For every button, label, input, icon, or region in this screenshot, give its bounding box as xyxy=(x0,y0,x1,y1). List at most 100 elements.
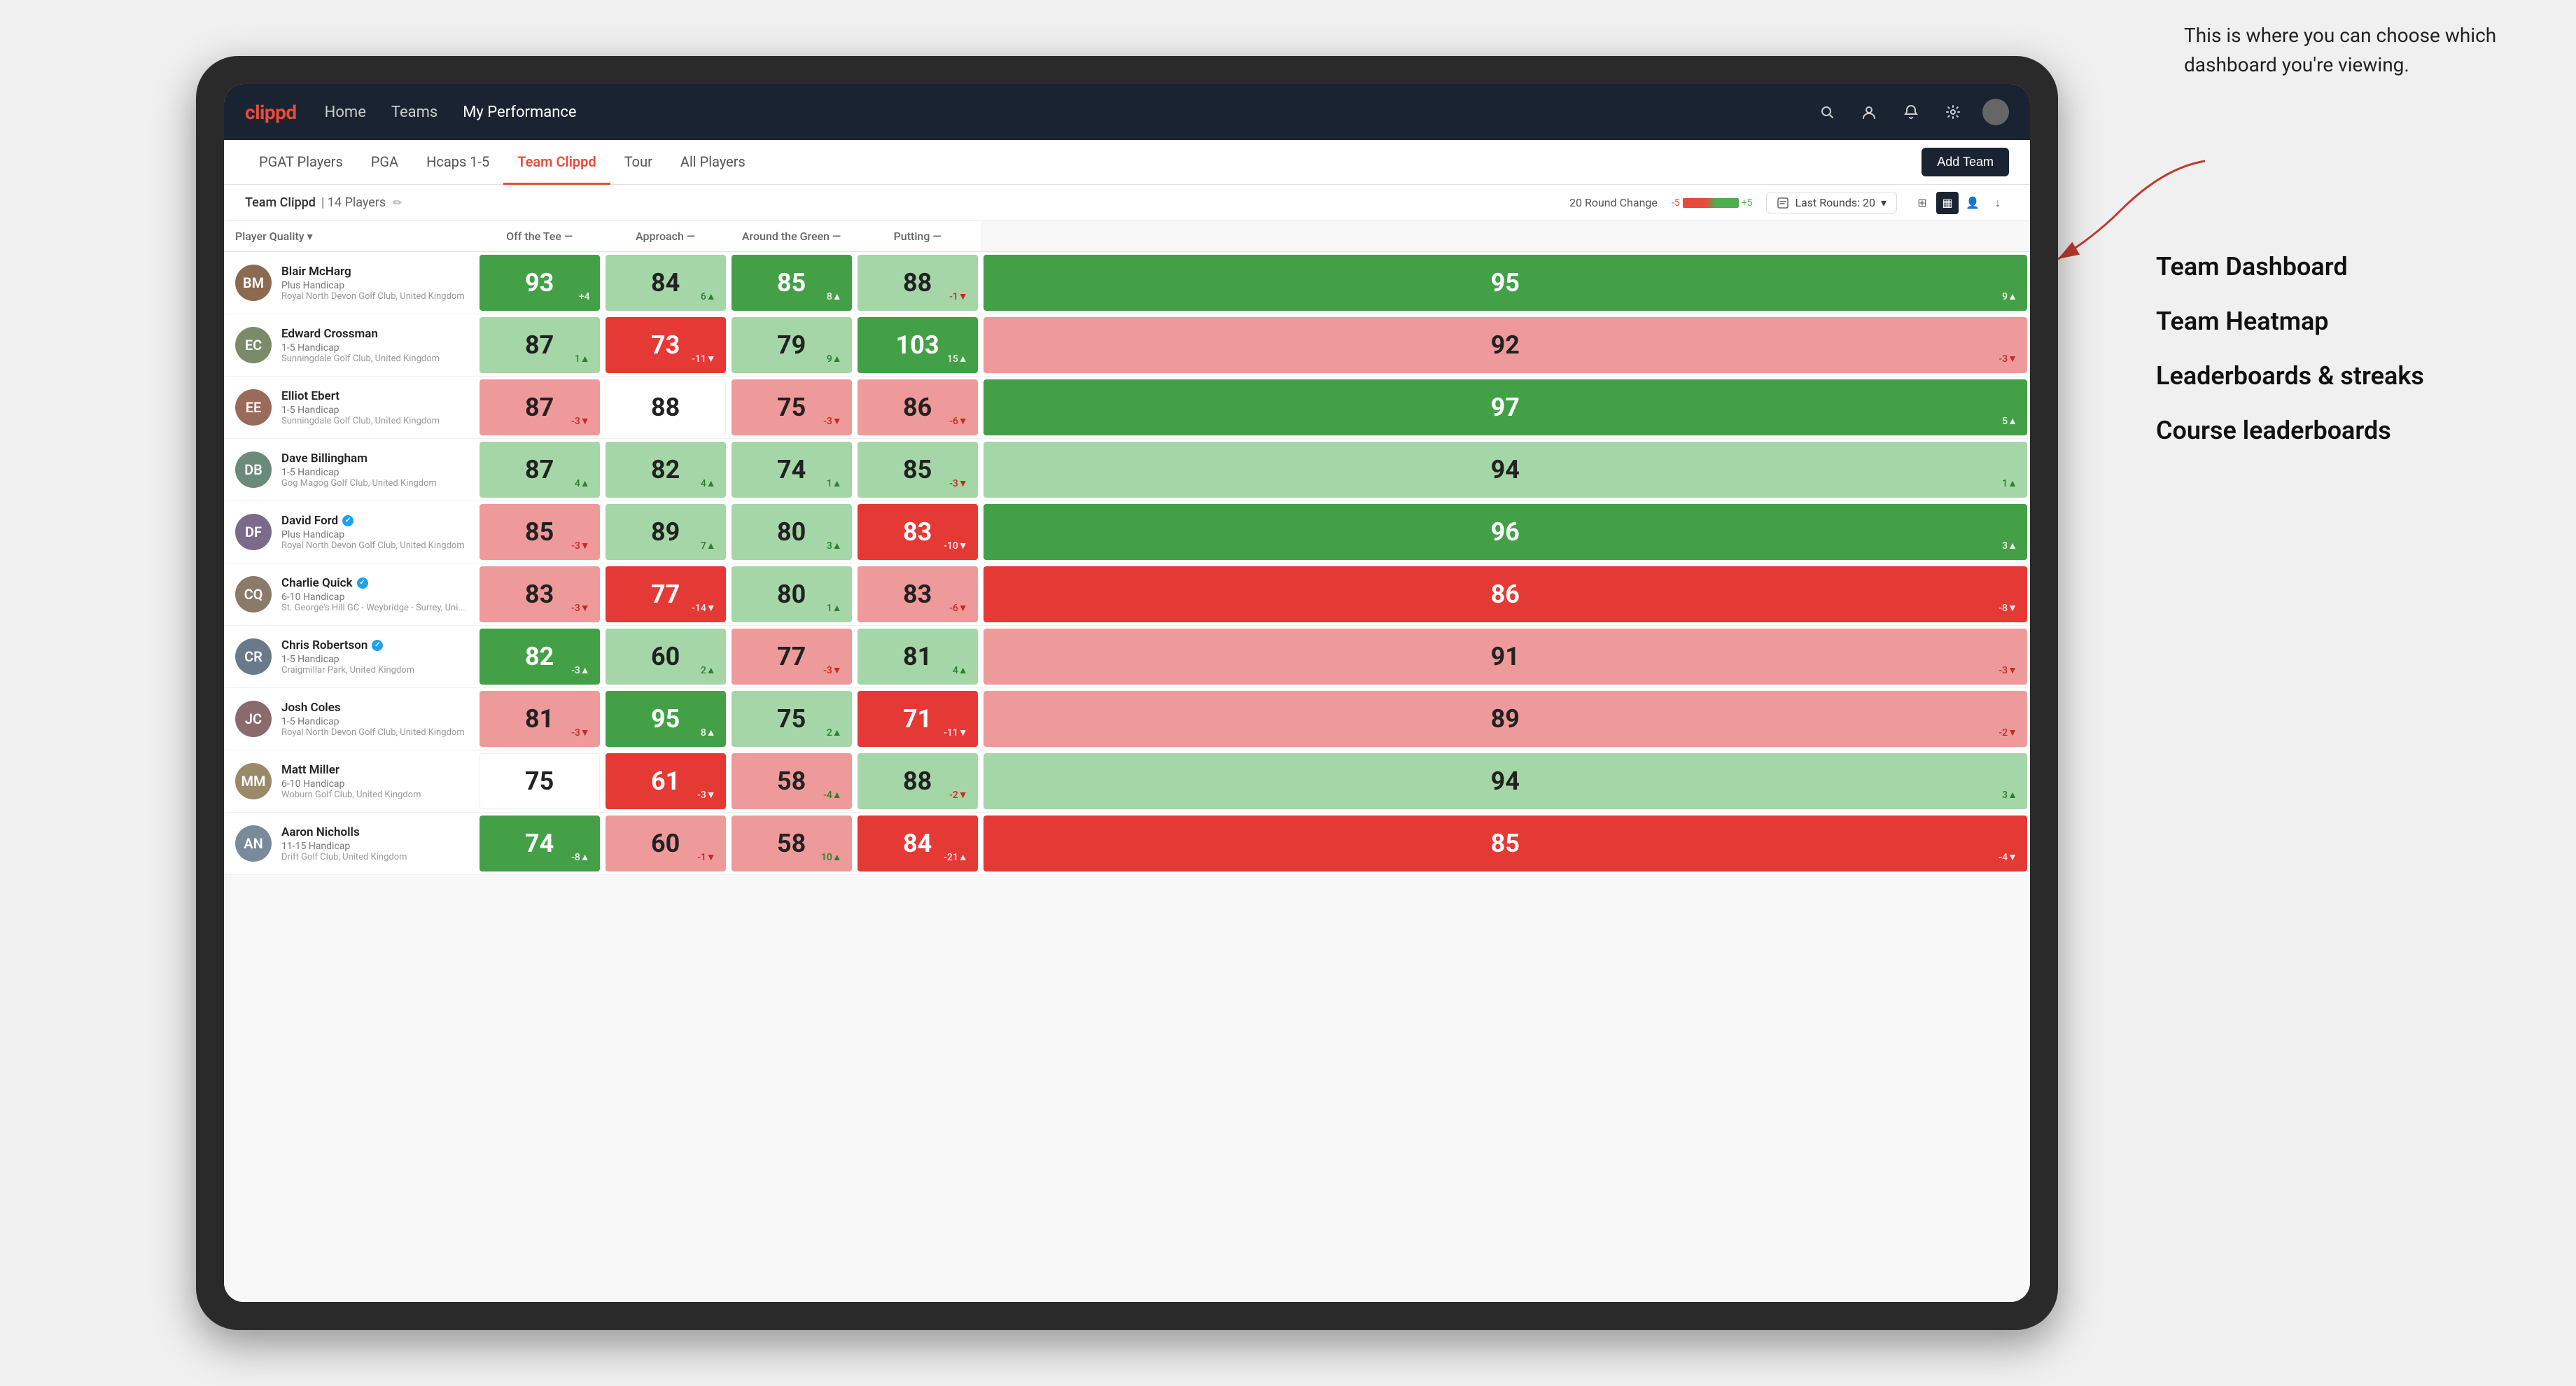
score-cell: 858▲ xyxy=(729,252,855,314)
player-name: Chris Robertson✓ xyxy=(281,638,465,652)
score-delta: 2▲ xyxy=(827,727,842,738)
player-cell[interactable]: CQCharlie Quick✓6-10 HandicapSt. George'… xyxy=(224,564,477,626)
score-cell: 958▲ xyxy=(603,688,729,750)
player-avatar: CR xyxy=(235,638,272,675)
score-delta: 2▲ xyxy=(701,664,716,676)
last-rounds-text: Last Rounds: 20 xyxy=(1795,196,1875,209)
export-button[interactable]: ↓ xyxy=(1987,192,2009,214)
score-delta: -11▼ xyxy=(944,727,968,738)
score-cell: 92-3▼ xyxy=(981,314,2030,377)
nav-link-home[interactable]: Home xyxy=(325,104,366,121)
tab-bar: PGAT PlayersPGAHcaps 1-5Team ClippdTourA… xyxy=(224,140,2030,185)
player-club: Royal North Devon Golf Club, United King… xyxy=(281,291,465,302)
score-value: 86 xyxy=(1491,580,1520,609)
score-cell: 60-1▼ xyxy=(603,813,729,875)
table-row: BMBlair McHargPlus HandicapRoyal North D… xyxy=(224,252,2030,314)
team-bar-right: 20 Round Change -5 +5 Last Rounds: 20 ▾ … xyxy=(1569,192,2009,214)
list-view-button[interactable]: ▦ xyxy=(1936,192,1959,214)
nav-link-teams[interactable]: Teams xyxy=(391,104,438,121)
player-name: Aaron Nicholls xyxy=(281,825,465,839)
score-delta: 4▲ xyxy=(953,664,968,676)
round-change-label: 20 Round Change xyxy=(1569,196,1658,209)
last-rounds-selector[interactable]: Last Rounds: 20 ▾ xyxy=(1766,192,1897,214)
dashboard-option-team-heatmap[interactable]: Team Heatmap xyxy=(2156,307,2520,336)
tab-tour[interactable]: Tour xyxy=(610,141,666,185)
player-handicap: 1-5 Handicap xyxy=(281,405,465,416)
score-cell: 824▲ xyxy=(603,439,729,501)
nav-right xyxy=(1814,99,2009,125)
score-value: 87 xyxy=(525,455,554,484)
score-cell: 74-8▲ xyxy=(477,813,603,875)
score-value: 74 xyxy=(525,829,554,858)
grid-view-button[interactable]: ⊞ xyxy=(1911,192,1933,214)
change-pos: +5 xyxy=(1742,197,1753,209)
player-avatar: JC xyxy=(235,701,272,737)
score-value: 75 xyxy=(777,704,806,734)
col-player: Player Quality ▾ xyxy=(224,221,477,252)
score-cell: 846▲ xyxy=(603,252,729,314)
main-content: Player Quality ▾ Off the Tee — Approach … xyxy=(224,221,2030,1302)
score-value: 88 xyxy=(903,766,932,796)
player-cell[interactable]: DBDave Billingham1-5 HandicapGog Magog G… xyxy=(224,439,477,501)
score-delta: 9▲ xyxy=(827,353,842,365)
score-value: 58 xyxy=(777,766,806,796)
score-value: 94 xyxy=(1491,766,1520,796)
score-cell: 5810▲ xyxy=(729,813,855,875)
last-rounds-chevron: ▾ xyxy=(1881,196,1886,209)
score-delta: 1▲ xyxy=(827,477,842,489)
table-row: DFDavid Ford✓Plus HandicapRoyal North De… xyxy=(224,501,2030,564)
score-cell: 801▲ xyxy=(729,564,855,626)
player-avatar: AN xyxy=(235,825,272,862)
score-cell: 75 2▲ xyxy=(729,688,855,750)
chart-view-button[interactable]: 👤 xyxy=(1961,192,1984,214)
nav-link-my-performance[interactable]: My Performance xyxy=(463,104,576,121)
score-delta: 1▲ xyxy=(575,353,590,365)
score-value: 71 xyxy=(903,704,932,734)
dashboard-option-course-leaderboards[interactable]: Course leaderboards xyxy=(2156,416,2520,445)
score-cell: 77-14▼ xyxy=(603,564,729,626)
player-club: St. George's Hill GC - Weybridge - Surre… xyxy=(281,603,465,613)
tab-pga[interactable]: PGA xyxy=(357,141,412,185)
player-avatar: CQ xyxy=(235,576,272,612)
col-off-tee: Off the Tee — xyxy=(477,221,603,252)
col-approach: Approach — xyxy=(603,221,729,252)
edit-icon[interactable]: ✏ xyxy=(393,196,402,209)
score-cell: 94 1▲ xyxy=(981,439,2030,501)
score-value: 86 xyxy=(903,393,932,422)
score-value: 94 xyxy=(1491,455,1520,484)
player-cell[interactable]: DFDavid Ford✓Plus HandicapRoyal North De… xyxy=(224,501,477,564)
score-delta: 1▲ xyxy=(2002,477,2017,489)
dashboard-option-leaderboards--streaks[interactable]: Leaderboards & streaks xyxy=(2156,361,2520,391)
player-club: Sunningdale Golf Club, United Kingdom xyxy=(281,416,465,426)
player-name: Blair McHarg xyxy=(281,265,465,279)
player-cell[interactable]: BMBlair McHargPlus HandicapRoyal North D… xyxy=(224,252,477,314)
player-name: Josh Coles xyxy=(281,701,465,715)
player-cell[interactable]: ANAaron Nicholls11-15 HandicapDrift Golf… xyxy=(224,813,477,875)
user-icon[interactable] xyxy=(1856,99,1882,125)
tab-all-players[interactable]: All Players xyxy=(666,141,760,185)
table-row: EEElliot Ebert1-5 HandicapSunningdale Go… xyxy=(224,377,2030,439)
tab-pgat-players[interactable]: PGAT Players xyxy=(245,141,357,185)
tab-team-clippd[interactable]: Team Clippd xyxy=(503,141,610,185)
settings-icon[interactable] xyxy=(1940,99,1966,125)
add-team-button[interactable]: Add Team xyxy=(1921,148,2009,176)
dashboard-options: Team DashboardTeam HeatmapLeaderboards &… xyxy=(2156,252,2520,470)
player-cell[interactable]: MMMatt Miller6-10 HandicapWoburn Golf Cl… xyxy=(224,750,477,813)
player-cell[interactable]: JCJosh Coles1-5 HandicapRoyal North Devo… xyxy=(224,688,477,750)
verified-icon: ✓ xyxy=(342,515,354,526)
score-delta: +4 xyxy=(579,291,590,302)
score-delta: 3▲ xyxy=(827,540,842,552)
score-value: 80 xyxy=(777,517,806,547)
search-icon[interactable] xyxy=(1814,99,1840,125)
player-cell[interactable]: CRChris Robertson✓1-5 HandicapCraigmilla… xyxy=(224,626,477,688)
score-delta: -1▼ xyxy=(697,851,716,863)
player-cell[interactable]: EEElliot Ebert1-5 HandicapSunningdale Go… xyxy=(224,377,477,439)
score-cell: 83-3▼ xyxy=(477,564,603,626)
player-name: Matt Miller xyxy=(281,763,465,777)
player-cell[interactable]: ECEdward Crossman1-5 HandicapSunningdale… xyxy=(224,314,477,377)
table-row: CRChris Robertson✓1-5 HandicapCraigmilla… xyxy=(224,626,2030,688)
score-value: 88 xyxy=(651,393,680,422)
user-avatar[interactable] xyxy=(1982,99,2009,125)
tab-hcaps-1-5[interactable]: Hcaps 1-5 xyxy=(412,141,503,185)
bell-icon[interactable] xyxy=(1898,99,1924,125)
